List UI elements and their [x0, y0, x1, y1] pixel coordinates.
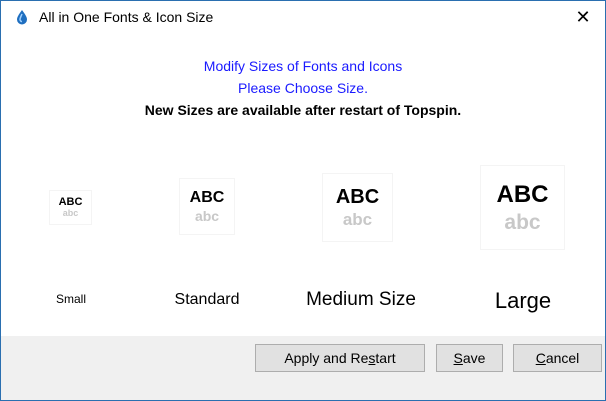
apply-and-restart-button[interactable]: Apply and Re s tart [255, 344, 425, 372]
preview-upper-text: ABC [335, 186, 380, 208]
header-line-2: Please Choose Size. [238, 80, 368, 96]
button-label-part: tart [375, 350, 396, 366]
restart-notice: New Sizes are available after restart of… [144, 102, 462, 118]
dialog-window: All in One Fonts & Icon Size ✕ Modify Si… [0, 0, 606, 401]
preview-lower-text: abc [504, 210, 541, 234]
preview-lower-text: abc [342, 210, 373, 229]
button-label-part: ave [462, 350, 486, 366]
window-title: All in One Fonts & Icon Size [39, 9, 214, 25]
close-icon[interactable]: ✕ [561, 1, 605, 33]
preview-upper-text: ABC [189, 189, 225, 206]
size-preview-medium[interactable]: ABC abc [323, 174, 392, 241]
button-mnemonic: s [368, 350, 376, 366]
preview-upper-text: ABC [58, 196, 83, 208]
size-label-standard[interactable]: Standard [147, 291, 267, 309]
button-mnemonic: S [453, 350, 463, 366]
button-label-part: ancel [545, 350, 580, 366]
size-preview-large[interactable]: ABC abc [481, 166, 564, 249]
preview-lower-text: abc [62, 208, 79, 218]
preview-lower-text: abc [194, 208, 220, 224]
size-label-small[interactable]: Small [31, 292, 111, 306]
button-mnemonic: C [535, 350, 546, 366]
button-label-part: Apply and Re [284, 350, 369, 366]
size-preview-standard[interactable]: ABC abc [180, 179, 234, 234]
size-label-medium[interactable]: Medium Size [281, 289, 441, 311]
dialog-content: Modify Sizes of Fonts and Icons Please C… [1, 33, 605, 336]
preview-upper-text: ABC [496, 180, 549, 208]
topspin-drop-icon [13, 8, 31, 26]
cancel-button[interactable]: Cancel [513, 344, 602, 372]
size-preview-small[interactable]: ABC abc [50, 191, 91, 224]
title-bar[interactable]: All in One Fonts & Icon Size ✕ [1, 1, 605, 33]
size-label-large[interactable]: Large [461, 288, 585, 314]
header-line-1: Modify Sizes of Fonts and Icons [203, 58, 403, 74]
save-button[interactable]: Save [436, 344, 503, 372]
